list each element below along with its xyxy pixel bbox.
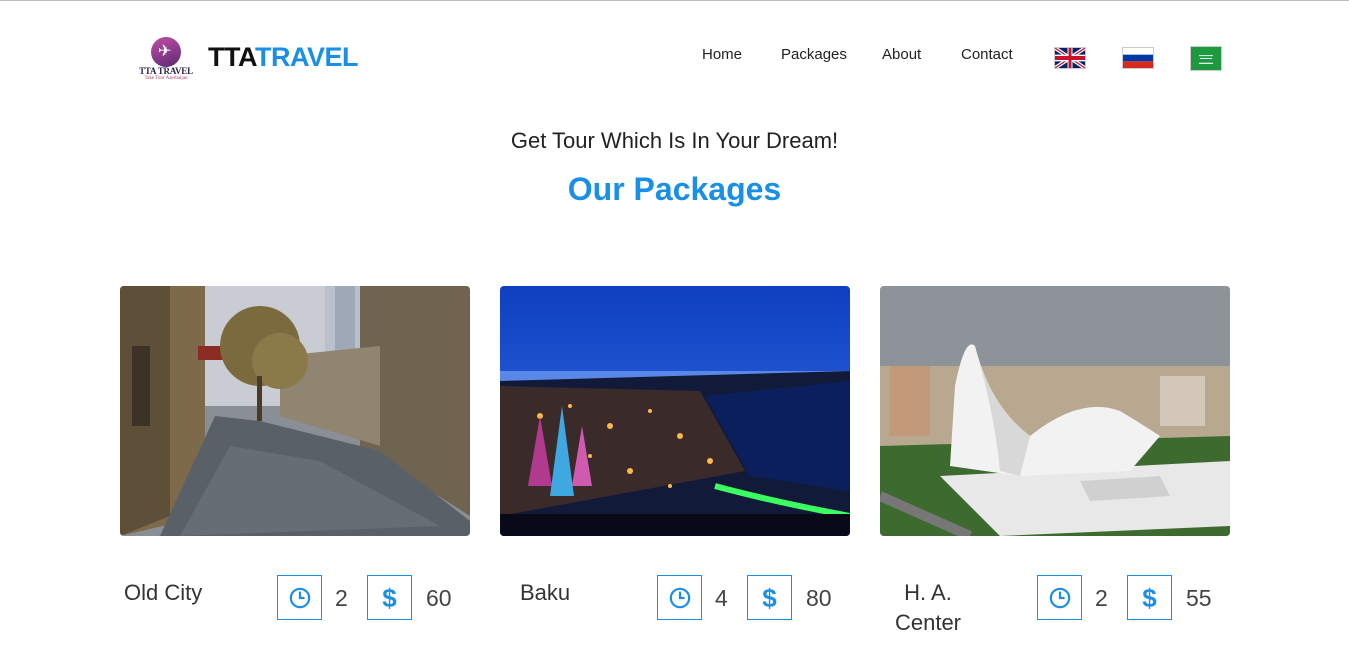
duration-button-ha-center[interactable]: [1037, 575, 1082, 620]
saudi-flag-icon[interactable]: [1190, 46, 1222, 71]
price-button-ha-center[interactable]: $: [1127, 575, 1172, 620]
package-name-baku: Baku: [520, 580, 571, 605]
dollar-icon: $: [1142, 582, 1157, 613]
brand-name-part1: TTA: [208, 42, 255, 72]
package-duration-baku: 4: [715, 585, 728, 611]
nav-contact[interactable]: Contact: [961, 46, 1013, 63]
uk-flag-icon[interactable]: [1054, 47, 1086, 69]
duration-button-old-city[interactable]: [277, 575, 322, 620]
logo-tagline: Take Tour Azerbaijan: [144, 76, 188, 81]
price-button-baku[interactable]: $: [747, 575, 792, 620]
package-price-baku: 80: [806, 585, 832, 611]
section-title: Our Packages: [567, 171, 782, 207]
russia-flag-icon[interactable]: [1122, 47, 1154, 69]
package-image-ha-center[interactable]: [880, 286, 1230, 536]
clock-icon: [289, 587, 310, 608]
package-name-old-city: Old City: [124, 580, 203, 605]
package-image-baku[interactable]: [500, 286, 850, 536]
duration-button-baku[interactable]: [657, 575, 702, 620]
package-duration-ha-center: 2: [1095, 585, 1108, 611]
dollar-icon: $: [762, 582, 777, 613]
package-name-ha-center: H. A. Center: [894, 580, 962, 635]
airplane-icon: ✈: [158, 43, 172, 60]
logo-emblem: ✈: [151, 37, 181, 67]
logo-text: TTA TRAVEL: [139, 66, 193, 76]
logo[interactable]: ✈ TTA TRAVEL Take Tour Azerbaijan: [136, 37, 196, 83]
brand-name[interactable]: TTATRAVEL: [208, 42, 358, 73]
hero-subtitle: Get Tour Which Is In Your Dream!: [510, 128, 839, 153]
nav-home[interactable]: Home: [702, 46, 742, 63]
nav-about[interactable]: About: [882, 46, 921, 63]
package-image-old-city[interactable]: [120, 286, 470, 536]
header: ✈ TTA TRAVEL Take Tour Azerbaijan TTATRA…: [0, 1, 1349, 111]
package-price-ha-center: 55: [1186, 585, 1212, 611]
brand-name-part2: TRAVEL: [254, 42, 359, 72]
package-price-old-city: 60: [426, 585, 452, 611]
package-duration-old-city: 2: [335, 585, 348, 611]
nav-packages[interactable]: Packages: [781, 46, 847, 63]
clock-icon: [669, 587, 690, 608]
clock-icon: [1049, 587, 1070, 608]
dollar-icon: $: [382, 582, 397, 613]
price-button-old-city[interactable]: $: [367, 575, 412, 620]
